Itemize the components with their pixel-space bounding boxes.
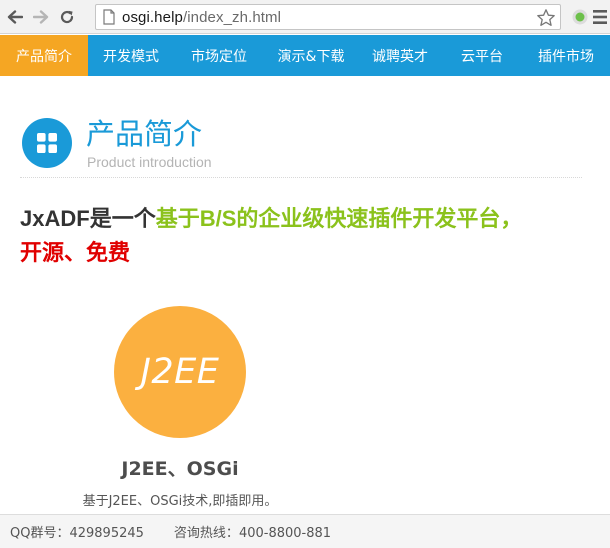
section-badge <box>22 118 72 168</box>
headline-platform: 的企业级快速插件开发平台， <box>236 206 523 232</box>
footer-hotline-value: 400-8800-881 <box>238 526 332 541</box>
site-nav: 产品简介 开发模式 市场定位 演示&下载 诚聘英才 云平台 插件市场 <box>0 35 610 76</box>
url-text: osgi.help/index_zh.html <box>122 9 281 26</box>
feature-circle-text: J2EE <box>140 352 220 392</box>
back-button[interactable] <box>4 6 26 28</box>
nav-item-market-position[interactable]: 市场定位 <box>174 35 264 76</box>
nav-item-product-intro[interactable]: 产品简介 <box>0 35 88 76</box>
footer-qq: QQ群号：429895245 <box>10 522 144 541</box>
menu-icon[interactable] <box>593 8 607 26</box>
arrow-right-icon <box>33 9 49 24</box>
section-header: 产品简介 Product introduction <box>20 116 582 178</box>
forward-button[interactable] <box>30 6 52 28</box>
footer-bar: QQ群号：429895245 咨询热线：400-8800-881 <box>0 514 610 548</box>
nav-item-cloud-platform[interactable]: 云平台 <box>442 35 522 76</box>
section-title: 产品简介 <box>86 117 203 151</box>
footer-qq-label: QQ群号： <box>10 526 70 541</box>
reload-button[interactable] <box>56 6 78 28</box>
arrow-left-icon <box>7 9 23 24</box>
page-icon <box>103 9 115 25</box>
reload-icon <box>60 10 74 23</box>
grid-icon <box>37 133 57 153</box>
feature-title: J2EE、OSGi <box>121 458 239 480</box>
footer-hotline: 咨询热线：400-8800-881 <box>174 522 331 541</box>
feature-j2ee-circle: J2EE <box>114 306 246 438</box>
bookmark-star-icon[interactable] <box>536 8 556 28</box>
footer-hotline-label: 咨询热线： <box>173 526 239 541</box>
nav-item-dev-mode[interactable]: 开发模式 <box>88 35 174 76</box>
footer-qq-value: 429895245 <box>69 526 144 541</box>
browser-toolbar: osgi.help/index_zh.html <box>0 0 610 34</box>
extension-icon[interactable] <box>571 8 589 26</box>
nav-item-plugin-market[interactable]: 插件市场 <box>522 35 610 76</box>
headline-open-source-free: 开源、免费 <box>20 240 131 266</box>
nav-item-demo-download[interactable]: 演示&下载 <box>264 35 358 76</box>
feature-description: 基于J2EE、OSGi技术,即插即用。 <box>82 494 278 509</box>
url-path: /index_zh.html <box>182 8 282 26</box>
address-bar[interactable]: osgi.help/index_zh.html <box>95 4 561 30</box>
headline-based-on: 基于 <box>155 206 200 232</box>
headline-product-name: JxADF <box>20 206 90 231</box>
headline-bs: B/S <box>199 206 237 231</box>
url-domain: osgi.help <box>122 8 183 26</box>
headline-is-a: 是一个 <box>89 206 156 232</box>
section-subtitle: Product introduction <box>87 154 212 170</box>
headline: JxADF是一个基于B/S的企业级快速插件开发平台， 开源、免费 <box>20 202 590 270</box>
nav-item-careers[interactable]: 诚聘英才 <box>358 35 442 76</box>
